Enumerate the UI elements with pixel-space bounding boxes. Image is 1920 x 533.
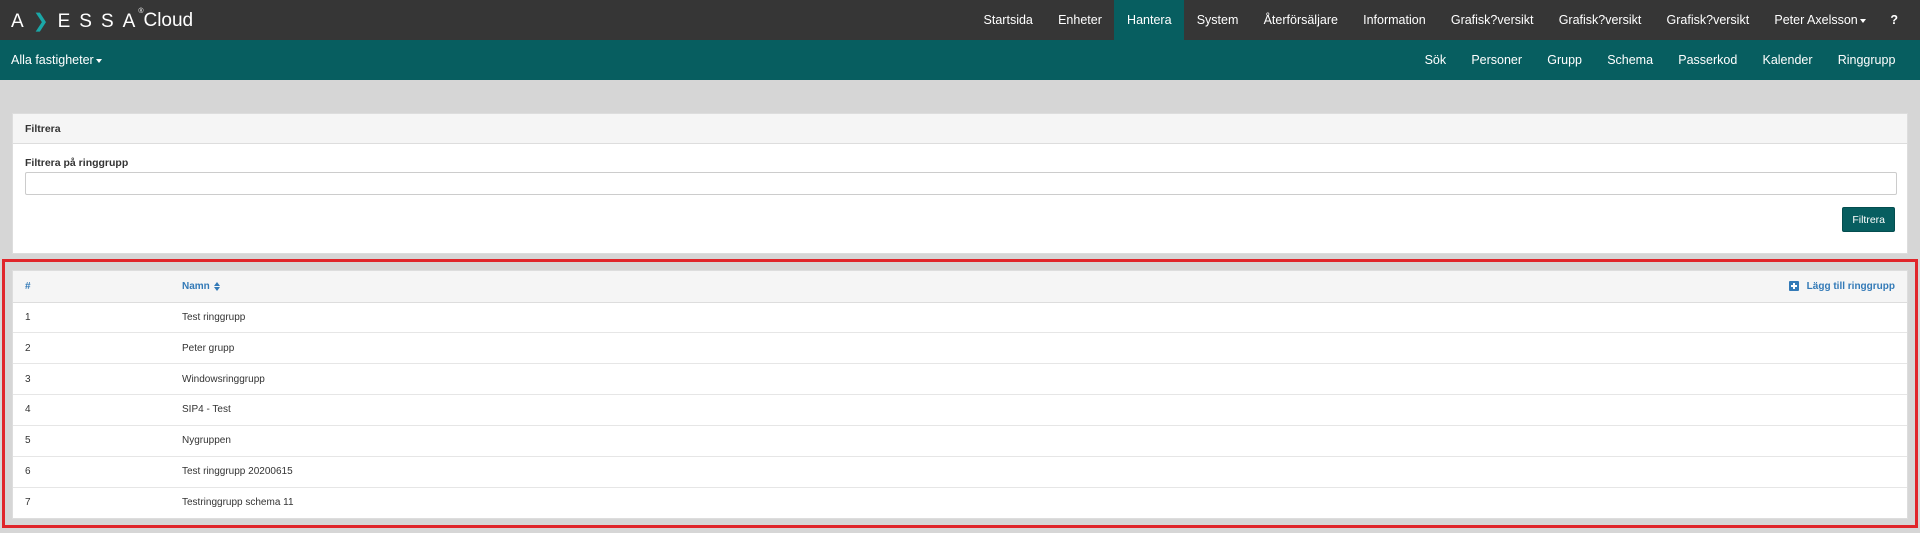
table-row[interactable]: 3 Windowsringgrupp [13, 363, 1907, 396]
nav-enheter[interactable]: Enheter [1045, 0, 1114, 40]
filter-ringgrupp-label: Filtrera på ringgrupp [25, 157, 129, 169]
add-ringgrupp-label: Lägg till ringgrupp [1806, 280, 1895, 292]
property-dropdown-label: Alla fastigheter [11, 53, 94, 67]
row-number: 5 [13, 425, 170, 457]
nav-hantera[interactable]: Hantera [1114, 0, 1185, 40]
row-name: Test ringgrupp 20200615 [170, 456, 1907, 488]
sort-icon [213, 281, 220, 291]
add-ringgrupp-button[interactable]: Lägg till ringgrupp [1788, 280, 1895, 292]
row-number: 7 [25, 497, 31, 509]
logo-wordmark: A❯ESSA [11, 10, 145, 32]
column-header-name-cell: Namn Lägg till ringgrupp [170, 271, 1907, 303]
table-row[interactable]: 6 Test ringgrupp 20200615 [13, 456, 1907, 488]
caret-down-icon [1859, 18, 1866, 23]
help-link[interactable]: ? [1878, 0, 1920, 40]
filter-panel: Filtrera Filtrera på ringgrupp Filtrera [12, 113, 1908, 254]
ringgrupp-table-grid: # Namn Lägg till ringgrupp 1 Test ringgru… [13, 271, 1907, 518]
row-name: Peter grupp [170, 332, 1907, 365]
table-row[interactable]: 2 Peter grupp [13, 332, 1907, 365]
row-name: SIP4 - Test [170, 394, 1907, 426]
row-name: Windowsringgrupp [170, 363, 1907, 396]
subnav-sok[interactable]: Sök [1412, 40, 1459, 80]
column-header-name[interactable]: Namn [182, 281, 220, 292]
secondary-navbar: Alla fastigheter Sök Personer Grupp Sche… [0, 40, 1920, 80]
user-name: Peter Axelsson [1774, 13, 1858, 27]
filter-ringgrupp-input[interactable] [25, 172, 1897, 195]
secondary-menu: Sök Personer Grupp Schema Passerkod Kale… [1412, 40, 1908, 80]
logo-cloud-text: Cloud [143, 10, 194, 31]
top-navbar: A❯ESSA ® Cloud Startsida Enheter Hantera… [0, 0, 1920, 40]
row-number: 2 [13, 332, 170, 365]
column-header-name-label: Namn [182, 280, 210, 292]
subnav-personer[interactable]: Personer [1459, 40, 1535, 80]
table-row[interactable]: 1 Test ringgrupp [13, 302, 1907, 334]
subnav-kalender[interactable]: Kalender [1750, 40, 1825, 80]
subnav-passerkod[interactable]: Passerkod [1666, 40, 1750, 80]
caret-down-icon [95, 58, 102, 63]
nav-information[interactable]: Information [1351, 0, 1439, 40]
property-dropdown[interactable]: Alla fastigheter [11, 40, 102, 80]
nav-grafisk-oversikt-2[interactable]: Grafisk?versikt [1546, 0, 1654, 40]
table-header-row: # Namn Lägg till ringgrupp [13, 271, 1907, 303]
table-row[interactable]: 5 Nygruppen [13, 425, 1907, 457]
nav-grafisk-oversikt-1[interactable]: Grafisk?versikt [1438, 0, 1546, 40]
nav-startsida[interactable]: Startsida [971, 0, 1046, 40]
row-number: 6 [13, 456, 170, 488]
row-name: Testringgrupp schema 11 [182, 497, 294, 509]
row-number: 3 [13, 363, 170, 396]
user-menu[interactable]: Peter Axelsson [1762, 0, 1879, 40]
filter-panel-heading: Filtrera [13, 114, 1907, 144]
table-row[interactable]: 7 Testringgrupp schema 11 [13, 487, 1907, 518]
nav-aterforsaljare[interactable]: Återförsäljare [1251, 0, 1351, 40]
subnav-ringgrupp[interactable]: Ringgrupp [1825, 40, 1908, 80]
row-number: 4 [13, 394, 170, 426]
registered-mark: ® [138, 7, 144, 15]
nav-grafisk-oversikt-3[interactable]: Grafisk?versikt [1654, 0, 1762, 40]
filter-panel-body: Filtrera på ringgrupp Filtrera [13, 144, 1907, 232]
row-name: Nygruppen [170, 425, 1907, 457]
axessa-cloud-logo[interactable]: A❯ESSA ® Cloud [11, 8, 193, 34]
nav-system[interactable]: System [1184, 0, 1251, 40]
plus-square-icon [1788, 281, 1799, 292]
filter-button[interactable]: Filtrera [1842, 207, 1895, 232]
row-name: Test ringgrupp [170, 302, 1907, 334]
column-header-num[interactable]: # [13, 271, 170, 303]
table-row[interactable]: 4 SIP4 - Test [13, 394, 1907, 426]
row-number: 1 [13, 302, 170, 334]
subnav-grupp[interactable]: Grupp [1535, 40, 1595, 80]
main-menu: Startsida Enheter Hantera System Återför… [971, 0, 1920, 40]
ringgrupp-table: # Namn Lägg till ringgrupp 1 Test ringgru… [12, 270, 1908, 519]
subnav-schema[interactable]: Schema [1595, 40, 1666, 80]
